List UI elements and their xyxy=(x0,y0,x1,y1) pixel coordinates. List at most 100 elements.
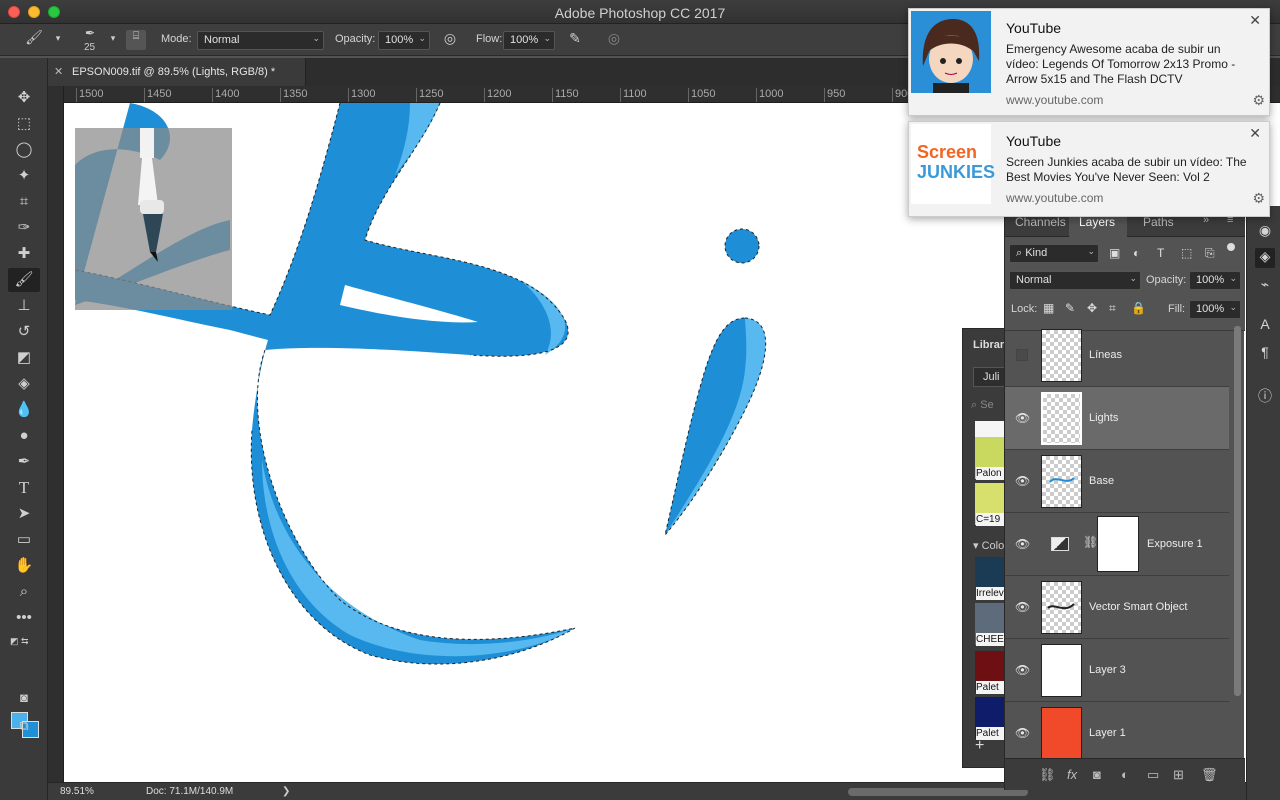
filter-kind-select[interactable]: ⌕ Kind ⌄ xyxy=(1009,244,1099,263)
library-search-input[interactable]: ⌕ Se xyxy=(971,399,994,412)
close-icon[interactable]: ✕ xyxy=(1249,125,1261,142)
layer-thumbnail[interactable] xyxy=(1041,455,1082,508)
mask-link-icon[interactable]: ⛓ xyxy=(1083,535,1098,549)
filter-smart-object-icon[interactable]: ⎘ xyxy=(1205,246,1215,261)
filter-shape-icon[interactable]: ⬚ xyxy=(1181,246,1192,260)
eraser-tool-icon[interactable]: ◩ xyxy=(8,346,40,370)
rectangle-tool-icon[interactable]: ▭ xyxy=(8,528,40,552)
pressure-opacity-icon[interactable]: ◎ xyxy=(440,30,460,50)
layer-row[interactable]: 👁 ⛓ Exposure 1 xyxy=(1005,513,1229,576)
lock-all-icon[interactable]: 🔒 xyxy=(1131,301,1146,315)
layer-thumbnail[interactable] xyxy=(1041,329,1082,382)
layer-thumbnail[interactable] xyxy=(1041,392,1082,445)
filter-type-icon[interactable]: T xyxy=(1157,246,1164,260)
blur-tool-icon[interactable]: 💧 xyxy=(8,398,40,422)
layer-row[interactable]: 👁 Base xyxy=(1005,450,1229,513)
filter-pixel-icon[interactable]: ▣ xyxy=(1109,246,1120,260)
marquee-tool-icon[interactable]: ⬚ xyxy=(8,112,40,136)
pen-tool-icon[interactable]: ✒ xyxy=(8,450,40,474)
layer-mask-icon[interactable]: ◙ xyxy=(1093,767,1101,782)
layer-row[interactable]: 👁 Layer 3 xyxy=(1005,639,1229,702)
lock-artboard-icon[interactable]: ⌗ xyxy=(1109,301,1116,316)
more-tools-icon[interactable]: ••• xyxy=(8,606,40,630)
delete-layer-icon[interactable]: 🗑 xyxy=(1201,767,1218,783)
info-panel-icon[interactable]: ⓘ xyxy=(1255,386,1275,406)
visibility-toggle[interactable] xyxy=(1016,349,1028,361)
move-tool-icon[interactable]: ✥ xyxy=(8,86,40,110)
layer-thumbnail[interactable] xyxy=(1041,707,1082,758)
close-icon[interactable]: ✕ xyxy=(1249,12,1261,29)
layers-panel-icon[interactable]: ◈ xyxy=(1255,248,1275,268)
brush-panel-toggle-icon[interactable]: ⌸ xyxy=(126,30,146,50)
type-tool-icon[interactable]: T xyxy=(8,476,40,500)
layer-thumbnail[interactable] xyxy=(1041,644,1082,697)
lock-pixels-icon[interactable]: ✎ xyxy=(1065,301,1075,315)
new-group-icon[interactable]: ▭ xyxy=(1147,767,1159,783)
notification-card[interactable]: Screen JUNKIES YouTube Screen Junkies ac… xyxy=(908,121,1270,217)
adjustment-layer-icon[interactable]: ◐ xyxy=(1121,767,1129,782)
lasso-tool-icon[interactable]: ◯ xyxy=(8,138,40,162)
new-layer-icon[interactable]: ⊞ xyxy=(1173,767,1184,783)
hand-tool-icon[interactable]: ✋ xyxy=(8,554,40,578)
paragraph-panel-icon[interactable]: ¶ xyxy=(1255,344,1275,364)
brush-tool-icon[interactable]: 🖌 xyxy=(8,268,40,292)
zoom-tool-icon[interactable]: ⌕ xyxy=(8,580,40,604)
screen-mode-icon[interactable]: ⧉ xyxy=(8,714,40,738)
lock-position-icon[interactable]: ✥ xyxy=(1087,301,1097,315)
filter-adjustment-icon[interactable]: ◐ xyxy=(1133,246,1140,260)
tab-layers[interactable]: Layers xyxy=(1079,215,1115,229)
layer-thumbnail[interactable] xyxy=(1041,581,1082,634)
eye-icon[interactable]: 👁 xyxy=(1015,474,1030,488)
eye-icon[interactable]: 👁 xyxy=(1015,663,1030,677)
notification-card[interactable]: YouTube Emergency Awesome acaba de subir… xyxy=(908,8,1270,116)
dodge-tool-icon[interactable]: ● xyxy=(8,424,40,448)
layers-scrollbar[interactable] xyxy=(1234,326,1241,696)
gear-icon[interactable]: ⚙ xyxy=(1252,190,1265,207)
layer-row[interactable]: Líneas xyxy=(1005,324,1229,387)
zoom-level[interactable]: 89.51% xyxy=(60,786,94,797)
quick-mask-icon[interactable]: ◙ xyxy=(8,686,40,710)
paths-panel-icon[interactable]: ⌁ xyxy=(1255,276,1275,296)
eyedropper-tool-icon[interactable]: ✑ xyxy=(8,216,40,240)
airbrush-icon[interactable]: ✎ xyxy=(565,30,585,50)
tab-channels[interactable]: Channels xyxy=(1015,215,1066,229)
layer-row[interactable]: 👁 Layer 1 xyxy=(1005,702,1229,758)
layer-opacity-field[interactable]: 100% ⌄ xyxy=(1189,271,1241,290)
lock-transparency-icon[interactable]: ▦ xyxy=(1043,301,1054,315)
horizontal-scrollbar[interactable] xyxy=(848,788,1028,796)
color-panel-icon[interactable]: ◉ xyxy=(1255,222,1275,242)
layer-mask-thumbnail[interactable] xyxy=(1097,516,1139,572)
link-layers-icon[interactable]: ⛓ xyxy=(1039,767,1056,783)
character-panel-icon[interactable]: A xyxy=(1255,316,1275,336)
filter-toggle-icon[interactable] xyxy=(1227,243,1235,251)
fill-field[interactable]: 100% ⌄ xyxy=(1189,300,1241,319)
eye-icon[interactable]: 👁 xyxy=(1015,411,1030,425)
eye-icon[interactable]: 👁 xyxy=(1015,726,1030,740)
path-selection-tool-icon[interactable]: ➤ xyxy=(8,502,40,526)
opacity-field[interactable]: 100% ⌄ xyxy=(378,31,430,50)
library-colors-section[interactable]: ▾ Colo xyxy=(973,539,1004,552)
eye-icon[interactable]: 👁 xyxy=(1015,600,1030,614)
magic-wand-tool-icon[interactable]: ✦ xyxy=(8,164,40,188)
healing-brush-tool-icon[interactable]: ✚ xyxy=(8,242,40,266)
brush-tool-preset-icon[interactable]: 🖌 xyxy=(24,29,44,49)
clone-stamp-tool-icon[interactable]: ⊥ xyxy=(8,294,40,318)
layer-style-icon[interactable]: fx xyxy=(1067,767,1077,782)
document-tab[interactable]: ✕ EPSON009.tif @ 89.5% (Lights, RGB/8) * xyxy=(48,58,306,86)
crop-tool-icon[interactable]: ⌗ xyxy=(8,190,40,214)
blend-mode-select[interactable]: Normal ⌄ xyxy=(1009,271,1141,290)
default-colors-icon[interactable]: ◩ ⇆ xyxy=(10,636,29,647)
layer-row[interactable]: 👁 Vector Smart Object xyxy=(1005,576,1229,639)
eye-icon[interactable]: 👁 xyxy=(1015,537,1030,551)
pressure-size-icon[interactable]: ◎ xyxy=(604,30,624,50)
gear-icon[interactable]: ⚙ xyxy=(1252,92,1265,109)
tab-paths[interactable]: Paths xyxy=(1143,215,1174,229)
mode-select[interactable]: Normal ⌄ xyxy=(197,31,324,50)
chevron-down-icon[interactable]: ▾ xyxy=(48,33,68,53)
chevron-down-icon[interactable]: ▾ xyxy=(103,33,123,53)
layer-row[interactable]: 👁 Lights xyxy=(1005,387,1229,450)
flow-field[interactable]: 100% ⌄ xyxy=(503,31,555,50)
library-add-icon[interactable]: + xyxy=(975,737,984,755)
history-brush-tool-icon[interactable]: ↺ xyxy=(8,320,40,344)
close-icon[interactable]: ✕ xyxy=(54,65,63,78)
